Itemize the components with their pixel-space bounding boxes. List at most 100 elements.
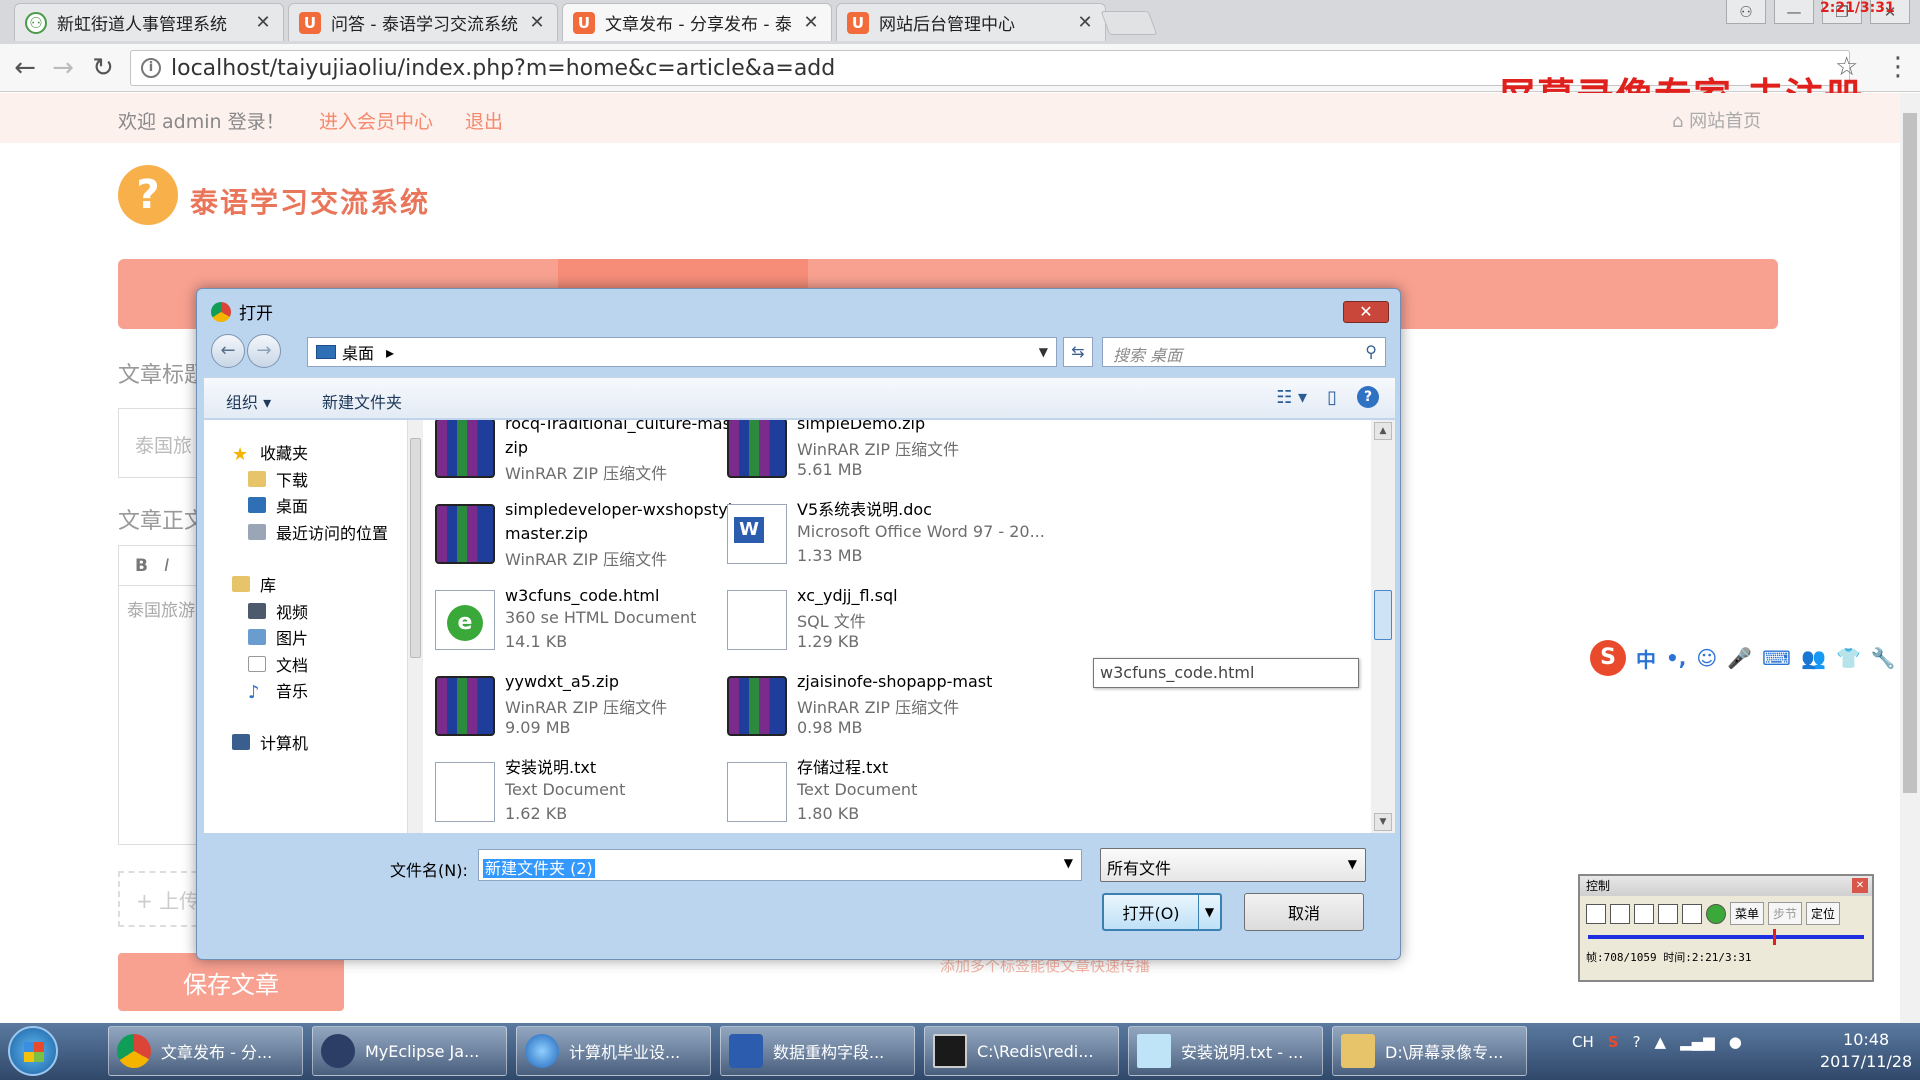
forward-arrow-icon[interactable]: →	[48, 54, 78, 84]
filename-input[interactable]: 新建文件夹 (2) ▼	[478, 849, 1082, 881]
emoji-icon[interactable]: ☺	[1696, 646, 1717, 670]
help-icon[interactable]: ?	[1357, 386, 1379, 408]
back-arrow-icon[interactable]: ←	[10, 54, 40, 84]
forward-arrow-icon[interactable]: →	[247, 334, 281, 368]
stop-icon[interactable]	[1610, 903, 1630, 924]
recorder-progress-track[interactable]	[1588, 929, 1864, 945]
nav-computer[interactable]: 计算机	[232, 730, 308, 754]
cancel-button[interactable]: 取消	[1244, 893, 1364, 931]
bold-icon[interactable]: B	[135, 556, 148, 576]
title-input[interactable]: 泰国旅	[118, 408, 208, 478]
file-type-select[interactable]: 所有文件 ▼	[1100, 848, 1366, 882]
ime-chinese-mode[interactable]: 中	[1636, 644, 1656, 673]
tab-admin[interactable]: U 网站后台管理中心 ✕	[836, 3, 1106, 41]
taskbar-item-notepad[interactable]: 安装说明.txt - ...	[1128, 1026, 1323, 1076]
back-arrow-icon[interactable]: ←	[211, 334, 245, 368]
punctuation-icon[interactable]: •,	[1666, 646, 1686, 670]
system-clock[interactable]: 10:48 2017/11/28	[1820, 1029, 1912, 1073]
search-input[interactable]: 搜索 桌面 ⚲	[1102, 337, 1386, 367]
chevron-down-icon[interactable]: ▼	[1062, 856, 1075, 870]
preview-pane-icon[interactable]: ▯	[1327, 387, 1337, 408]
scrollbar-thumb[interactable]	[1903, 113, 1917, 793]
fit-screen-icon[interactable]	[1658, 903, 1678, 924]
scroll-up-icon[interactable]: ▲	[1374, 422, 1392, 440]
keyboard-icon[interactable]: ⌨	[1762, 646, 1791, 670]
nav-pictures[interactable]: 图片	[248, 625, 308, 649]
minimize-button[interactable]: —	[1774, 0, 1814, 24]
tab-article[interactable]: U 文章发布 - 分享发布 - 泰 ✕	[562, 3, 832, 41]
dialog-close-button[interactable]: ✕	[1343, 301, 1389, 323]
step-button[interactable]: 步节	[1768, 902, 1803, 925]
network-icon[interactable]: ▂▄▆	[1680, 1033, 1715, 1051]
view-options-icon[interactable]: ☷ ▾	[1276, 387, 1307, 408]
nav-downloads[interactable]: 下载	[248, 467, 308, 491]
tray-expand-icon[interactable]: ▲	[1655, 1033, 1667, 1051]
close-icon[interactable]: ✕	[253, 12, 273, 33]
file-item[interactable]: simpleDemo.zip WinRAR ZIP 压缩文件 5.61 MB	[727, 420, 1072, 492]
nav-scrollbar[interactable]	[407, 420, 423, 833]
close-icon[interactable]: ✕	[1852, 878, 1868, 893]
nav-favorites[interactable]: ★ 收藏夹	[232, 440, 308, 465]
organize-button[interactable]: 组织 ▾	[226, 389, 271, 413]
play-icon[interactable]	[1706, 903, 1726, 924]
microphone-icon[interactable]: 🎤	[1727, 646, 1752, 670]
upload-area[interactable]: + 上传	[118, 871, 208, 927]
breadcrumb-chevron-icon[interactable]: ▸	[386, 343, 394, 362]
taskbar-item-chrome[interactable]: 文章发布 - 分...	[108, 1026, 303, 1076]
menu-button[interactable]: 菜单	[1730, 902, 1765, 925]
last-frame-icon[interactable]	[1634, 903, 1654, 924]
search-icon[interactable]: ⚲	[1365, 342, 1377, 361]
page-scrollbar[interactable]	[1900, 93, 1920, 1023]
path-bar[interactable]: 桌面 ▸ ▼	[307, 337, 1057, 367]
info-icon[interactable]: i	[141, 58, 161, 78]
close-icon[interactable]: ✕	[1075, 12, 1095, 33]
site-home-link[interactable]: ⌂ 网站首页	[1672, 107, 1761, 133]
taskbar-item-folder[interactable]: D:\屏幕录像专...	[1332, 1026, 1527, 1076]
fullscreen-icon[interactable]	[1682, 903, 1702, 924]
wrench-icon[interactable]: 🔧	[1871, 646, 1896, 670]
close-icon[interactable]: ✕	[527, 12, 547, 33]
content-editor[interactable]: B I 泰国旅游	[118, 545, 208, 845]
locate-button[interactable]: 定位	[1806, 902, 1841, 925]
language-indicator[interactable]: CH	[1572, 1033, 1594, 1051]
users-icon[interactable]: 👥	[1801, 646, 1826, 670]
new-tab-button[interactable]	[1100, 11, 1158, 35]
new-folder-button[interactable]: 新建文件夹	[322, 389, 402, 413]
nav-desktop[interactable]: 桌面	[248, 493, 308, 517]
taskbar-item-redis[interactable]: C:\Redis\redi...	[924, 1026, 1119, 1076]
italic-icon[interactable]: I	[164, 556, 169, 576]
first-frame-icon[interactable]	[1586, 903, 1606, 924]
tab-wenda[interactable]: U 问答 - 泰语学习交流系统 ✕	[288, 3, 558, 41]
skin-icon[interactable]: 👕	[1836, 646, 1861, 670]
open-button[interactable]: 打开(O) ▼	[1102, 893, 1222, 931]
chevron-down-icon[interactable]: ▼	[1198, 895, 1220, 929]
tab-renshi[interactable]: ⚇ 新虹街道人事管理系统 ✕	[14, 3, 284, 41]
nav-videos[interactable]: 视频	[248, 599, 308, 623]
file-item[interactable]: 存储过程.txt Text Document 1.80 KB	[727, 756, 1072, 833]
nav-documents[interactable]: 文档	[248, 652, 308, 676]
taskbar-item-word[interactable]: 数据重构字段...	[720, 1026, 915, 1076]
scrollbar-thumb[interactable]	[410, 438, 421, 658]
editor-body[interactable]: 泰国旅游	[119, 586, 208, 631]
taskbar-item-browser[interactable]: 计算机毕业设...	[516, 1026, 711, 1076]
path-text[interactable]: 桌面	[342, 340, 374, 364]
qq-icon[interactable]: ●	[1729, 1033, 1742, 1051]
taskbar-item-myeclipse[interactable]: MyEclipse Ja...	[312, 1026, 507, 1076]
sogou-s-icon[interactable]: S	[1590, 640, 1626, 676]
start-button[interactable]	[8, 1026, 58, 1076]
reload-icon[interactable]: ↻	[88, 54, 118, 84]
logout-link[interactable]: 退出	[465, 107, 503, 134]
file-list-scrollbar[interactable]: ▲ ▼	[1371, 420, 1395, 833]
chevron-down-icon[interactable]: ▼	[1039, 345, 1048, 359]
nav-libraries[interactable]: 库	[232, 572, 276, 596]
file-item[interactable]: W V5系统表说明.doc Microsoft Office Word 97 -…	[727, 498, 1072, 578]
scroll-down-icon[interactable]: ▼	[1374, 813, 1392, 831]
progress-knob[interactable]	[1772, 929, 1776, 945]
file-item[interactable]: xc_ydjj_fl.sql SQL 文件 1.29 KB	[727, 584, 1072, 664]
nav-recent[interactable]: 最近访问的位置	[248, 520, 388, 544]
member-center-link[interactable]: 进入会员中心	[319, 107, 433, 134]
file-item[interactable]: zjaisinofe-shopapp-mast WinRAR ZIP 压缩文件 …	[727, 670, 1072, 750]
save-article-button[interactable]: 保存文章	[118, 953, 344, 1011]
profile-icon[interactable]: ⚇	[1726, 0, 1766, 24]
sogou-tray-icon[interactable]: S	[1608, 1033, 1619, 1051]
